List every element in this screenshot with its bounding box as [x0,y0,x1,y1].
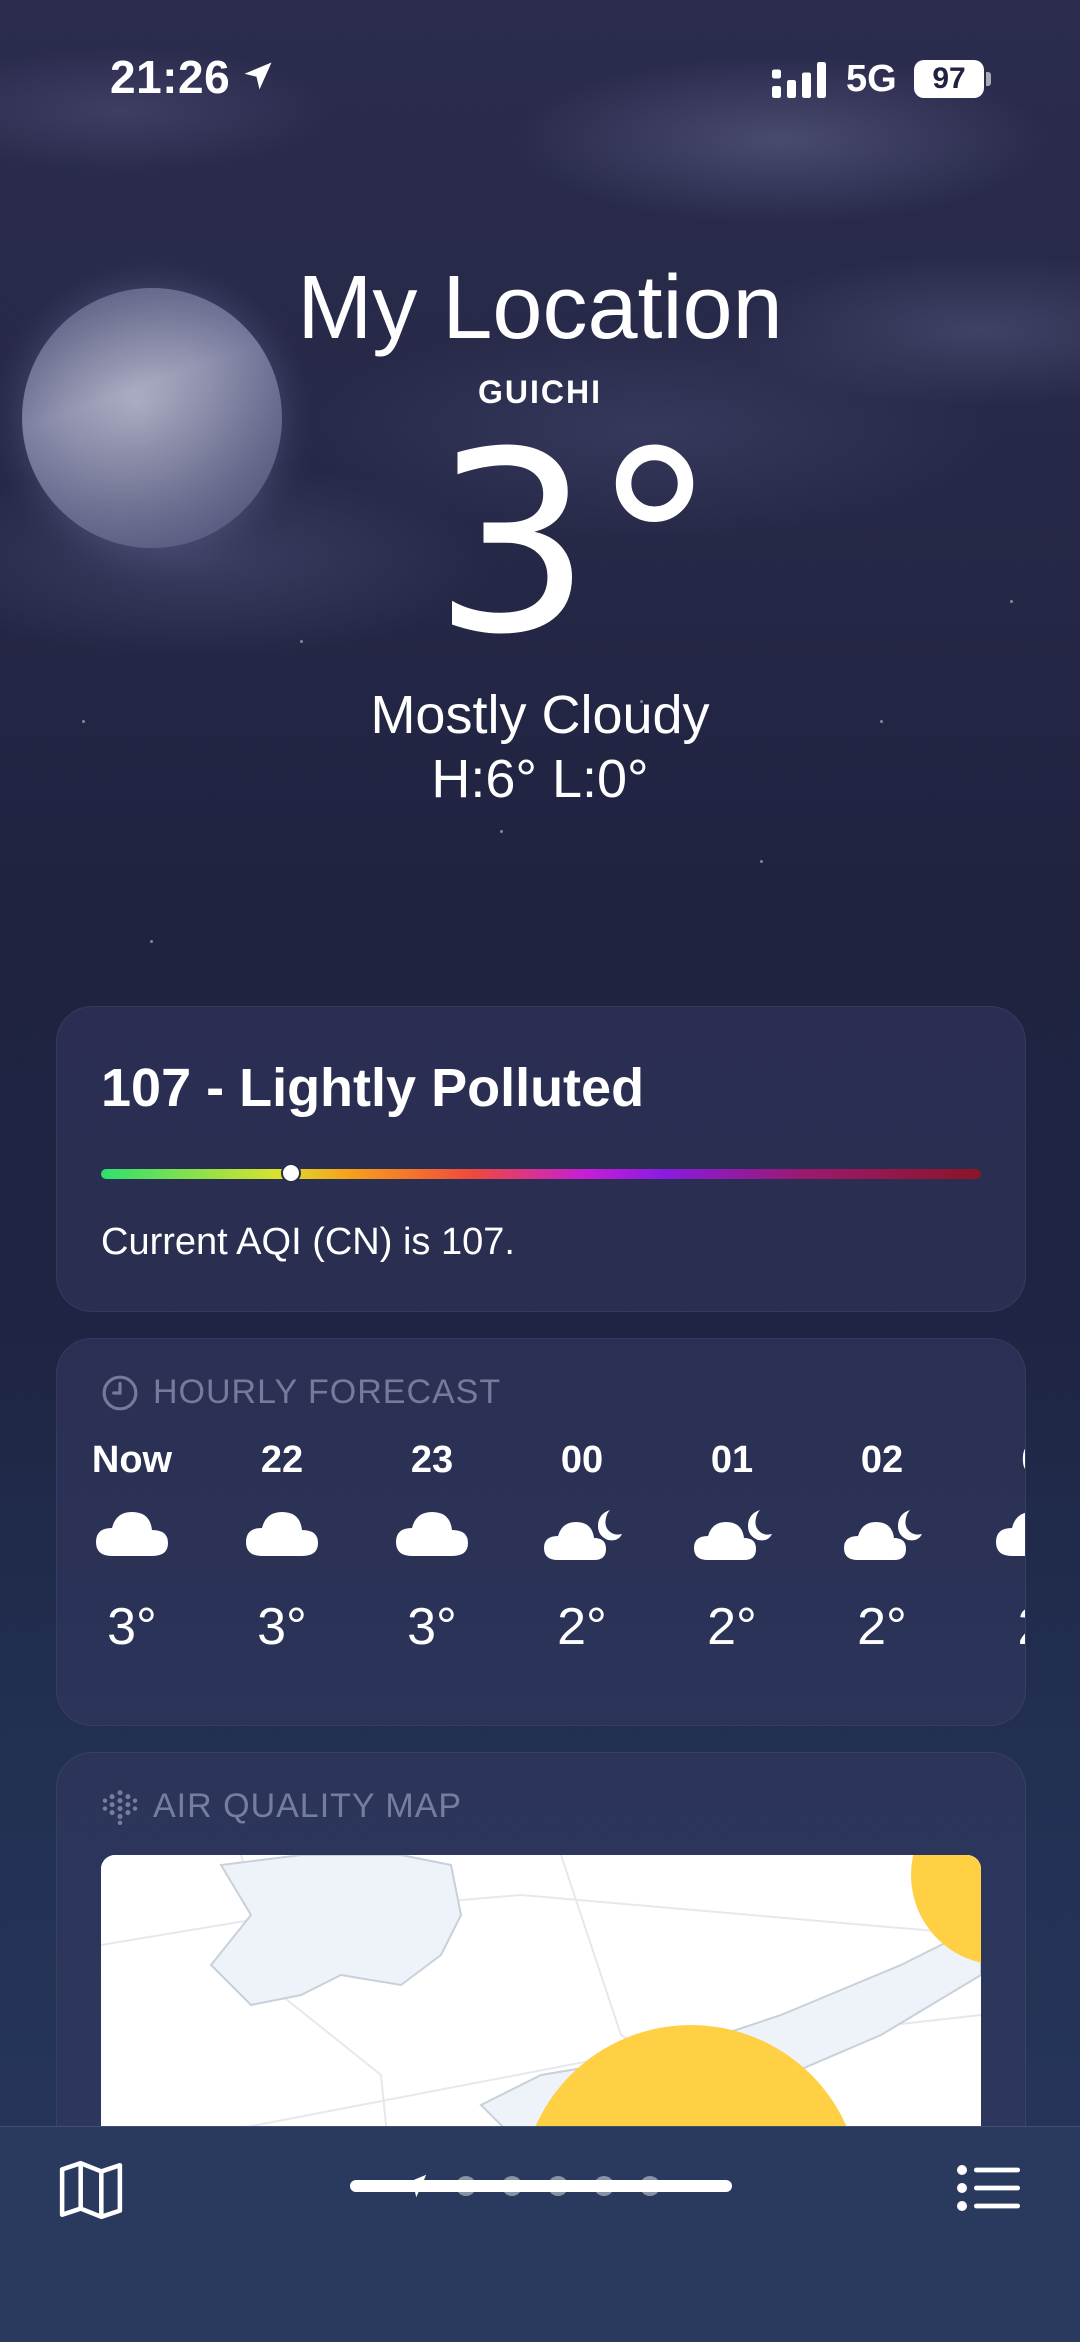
hourly-time: 00 [560,1439,604,1481]
air-quality-map-header: AIR QUALITY MAP [101,1787,462,1826]
hourly-forecast-title: HOURLY FORECAST [153,1373,502,1411]
weather-header: My Location GUICHI 3° Mostly Cloudy H:6°… [0,258,1080,811]
aqi-scale-bar [101,1163,981,1183]
signal-icon [772,62,826,98]
hourly-temperature: 2° [557,1598,607,1656]
hourly-time: 01 [710,1439,754,1481]
network-type: 5G [846,58,897,100]
air-quality-dots-icon [102,1789,138,1825]
star [500,830,503,833]
hourly-item: 01 2° [657,1439,807,1657]
cloud-icon [207,1489,357,1579]
air-quality-map-title: AIR QUALITY MAP [153,1787,463,1825]
hourly-item: 23 3° [357,1439,507,1657]
current-condition: Mostly Cloudy [370,685,710,745]
partly-cloudy-night-icon [507,1489,657,1579]
aqi-description: Current AQI (CN) is 107. [101,1221,515,1263]
clock-icon [102,1375,138,1410]
cloud-icon [57,1489,207,1579]
location-arrow-icon [244,62,272,90]
hourly-item: Now 3° [57,1439,207,1657]
location-title: My Location [297,258,783,358]
bottom-toolbar [0,2126,1080,2342]
partly-cloudy-night-icon [807,1489,957,1579]
hourly-time: 02 [860,1439,904,1481]
air-quality-card[interactable]: 107 - Lightly Polluted Current AQI (CN) … [56,1006,1026,1312]
hourly-item: 22 3° [207,1439,357,1657]
star [150,940,153,943]
hourly-temperature: 2° [857,1598,907,1656]
hourly-temperature: 2 [957,1597,1025,1657]
status-bar: 21:26 5G 97 [0,0,1080,140]
aqi-title: 107 - Lightly Polluted [101,1058,645,1118]
list-icon[interactable] [956,2163,1020,2213]
hourly-time: 0 [957,1439,1025,1489]
star [760,860,763,863]
hourly-temperature: 3° [107,1598,157,1656]
hourly-item: 02 2° [807,1439,957,1657]
hourly-forecast-list[interactable]: Now3°223°233°002°012°022°02 [57,1439,1025,1699]
high-low-temperature: H:6° L:0° [431,749,649,809]
hourly-temperature: 2° [707,1598,757,1656]
current-temperature: 3° [432,398,718,689]
hourly-time: 23 [410,1439,454,1481]
cloud-icon [957,1489,1025,1579]
battery-tip [986,72,991,86]
home-indicator[interactable] [350,2180,732,2192]
partly-cloudy-night-icon [657,1489,807,1579]
battery-indicator: 97 [914,60,984,98]
hourly-time: 22 [260,1439,304,1481]
hourly-forecast-header: HOURLY FORECAST [101,1373,501,1412]
status-time: 21:26 [110,51,231,103]
hourly-temperature: 3° [257,1598,307,1656]
hourly-time: Now [91,1439,173,1481]
hourly-temperature: 3° [407,1598,457,1656]
aqi-level-indicator [281,1163,302,1183]
hourly-forecast-card[interactable]: HOURLY FORECAST Now 3° 22 3° 23 3° 00 2° 01 2° 02 2… [56,1338,1026,1726]
hourly-item: 02 [957,1439,1025,1657]
cloud-icon [357,1489,507,1579]
map-icon[interactable] [58,2159,124,2221]
hourly-item: 00 2° [507,1439,657,1657]
